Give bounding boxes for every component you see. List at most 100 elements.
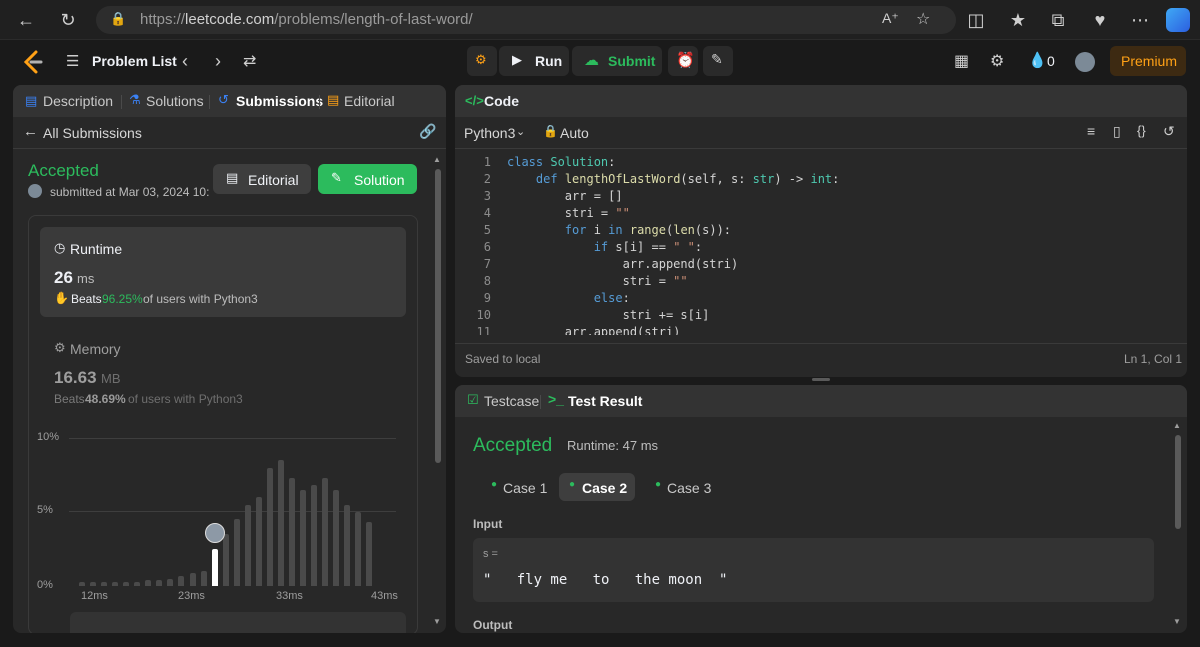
case-2-tab[interactable]: ● Case 2 bbox=[559, 473, 635, 501]
code-line[interactable]: 10 stri += s[i] bbox=[455, 308, 1187, 325]
book-icon: ▤ bbox=[327, 92, 340, 107]
tab-testcase[interactable]: Testcase bbox=[484, 393, 539, 409]
refresh-icon[interactable]: ↻ bbox=[56, 8, 80, 32]
next-problem-icon[interactable]: › bbox=[215, 51, 221, 72]
format-icon[interactable]: ≡ bbox=[1087, 123, 1095, 139]
problem-list-link[interactable]: Problem List bbox=[92, 53, 177, 69]
braces-icon[interactable]: {} bbox=[1137, 123, 1146, 138]
clap-icon: ✋ bbox=[54, 291, 69, 305]
code-line[interactable]: 4 stri = "" bbox=[455, 206, 1187, 223]
code-line[interactable]: 5 for i in range(len(s)): bbox=[455, 223, 1187, 240]
split-screen-icon[interactable]: ◫ bbox=[964, 8, 988, 32]
left-scrollbar[interactable]: ▲ ▼ bbox=[433, 155, 442, 626]
code-line[interactable]: 3 arr = [] bbox=[455, 189, 1187, 206]
tab-editorial[interactable]: Editorial bbox=[344, 93, 395, 109]
layout-grid-icon[interactable]: ▦ bbox=[954, 51, 969, 71]
lock-icon: 🔒 bbox=[543, 124, 558, 138]
link-icon[interactable]: 🔗 bbox=[419, 123, 436, 140]
code-line[interactable]: 1 class Solution: bbox=[455, 155, 1187, 172]
chart-bar bbox=[156, 580, 163, 586]
code-line[interactable]: 2 def lengthOfLastWord(self, s: str) -> … bbox=[455, 172, 1187, 189]
language-select[interactable]: Python3 bbox=[464, 125, 515, 141]
streak-flame-icon[interactable]: 💧 bbox=[1028, 51, 1047, 69]
code-line[interactable]: 6 if s[i] == " ": bbox=[455, 240, 1187, 257]
stats-card: ◷ Runtime 26 ms ✋ Beats 96.25% of users … bbox=[28, 215, 418, 633]
tab-test-result[interactable]: Test Result bbox=[568, 393, 642, 409]
history-icon: ↺ bbox=[218, 92, 229, 107]
lock-icon: 🔒 bbox=[110, 11, 127, 26]
prev-problem-icon[interactable]: ‹ bbox=[182, 51, 188, 72]
leetcode-logo-icon[interactable] bbox=[22, 50, 44, 74]
scrollbar-thumb[interactable] bbox=[1175, 435, 1181, 529]
settings-gear-icon[interactable]: ⚙ bbox=[990, 51, 1004, 71]
case-3-tab[interactable]: ● Case 3 bbox=[645, 473, 725, 501]
bars-area bbox=[69, 438, 396, 586]
input-label: Input bbox=[473, 517, 503, 531]
runtime-card[interactable]: ◷ Runtime 26 ms ✋ Beats 96.25% of users … bbox=[40, 227, 406, 317]
favorite-star-icon[interactable]: ☆ bbox=[916, 9, 930, 29]
runtime-unit: ms bbox=[77, 271, 95, 286]
chart-bar bbox=[266, 467, 273, 586]
x-tick-12ms: 12ms bbox=[81, 590, 108, 602]
runtime-beats-suffix: of users with Python3 bbox=[143, 292, 258, 306]
play-icon: ▶ bbox=[512, 52, 522, 67]
chart-bar bbox=[222, 534, 229, 586]
scroll-down-icon[interactable]: ▼ bbox=[433, 617, 441, 626]
memory-card[interactable]: ⚙ Memory 16.63 MB Beats 48.69% of users … bbox=[40, 328, 406, 408]
back-arrow-icon[interactable]: ← bbox=[14, 8, 38, 32]
line-number: 2 bbox=[483, 172, 491, 186]
health-icon[interactable]: ♥ bbox=[1088, 8, 1112, 32]
cursor-position: Ln 1, Col 1 bbox=[1124, 352, 1183, 366]
more-menu-icon[interactable]: ⋯ bbox=[1128, 8, 1152, 32]
bookmark-icon[interactable]: ▯ bbox=[1113, 123, 1121, 140]
favorites-icon[interactable]: ★ bbox=[1006, 8, 1030, 32]
line-number: 6 bbox=[483, 240, 491, 254]
chart-bar bbox=[233, 519, 240, 586]
code-editor-panel: </> Code Python3 ⌄ 🔒 Auto ≡ ▯ {} ↺ 1 clas… bbox=[455, 85, 1187, 377]
code-line[interactable]: 11 arr.append(stri) bbox=[455, 325, 1187, 335]
back-arrow-icon[interactable]: ← bbox=[23, 123, 38, 140]
tab-solutions[interactable]: Solutions bbox=[146, 93, 204, 109]
chart-bar bbox=[145, 580, 152, 586]
debug-button[interactable]: ⚙ bbox=[467, 46, 497, 76]
reset-icon[interactable]: ↺ bbox=[1163, 123, 1175, 140]
tab-description[interactable]: Description bbox=[43, 93, 113, 109]
scroll-up-icon[interactable]: ▲ bbox=[1173, 421, 1181, 430]
run-button[interactable]: ▶ Run bbox=[499, 46, 569, 76]
solution-button[interactable]: ✎ Solution bbox=[318, 164, 417, 194]
read-aloud-icon[interactable]: A⁺ bbox=[882, 10, 899, 27]
case-1-tab[interactable]: ● Case 1 bbox=[481, 473, 561, 501]
premium-button[interactable]: Premium bbox=[1110, 46, 1186, 76]
copilot-icon[interactable] bbox=[1166, 8, 1190, 32]
resize-handle[interactable] bbox=[812, 378, 830, 381]
notes-button[interactable]: ✎ bbox=[703, 46, 733, 76]
submit-button[interactable]: ☁ Submit bbox=[572, 46, 662, 76]
shuffle-icon[interactable]: ⇄ bbox=[243, 51, 256, 71]
autocomplete-mode[interactable]: Auto bbox=[560, 125, 589, 141]
code-line[interactable]: 7 arr.append(stri) bbox=[455, 257, 1187, 274]
line-number: 4 bbox=[483, 206, 491, 220]
scroll-up-icon[interactable]: ▲ bbox=[433, 155, 441, 164]
scrollbar-thumb[interactable] bbox=[435, 169, 441, 463]
code-line[interactable]: 8 stri = "" bbox=[455, 274, 1187, 291]
result-scrollbar[interactable]: ▲ ▼ bbox=[1173, 421, 1182, 629]
memory-beats-suffix: of users with Python3 bbox=[128, 392, 243, 406]
input-value: " fly me to the moon " bbox=[483, 572, 728, 588]
line-number: 8 bbox=[483, 274, 491, 288]
code-area[interactable]: 1 class Solution: 2 def lengthOfLastWord(s… bbox=[455, 155, 1187, 335]
your-result-marker[interactable] bbox=[204, 523, 225, 543]
collections-icon[interactable]: ⧉ bbox=[1046, 8, 1070, 32]
description-icon: ▤ bbox=[25, 93, 38, 108]
editorial-button[interactable]: ▤ Editorial bbox=[213, 164, 311, 194]
address-bar[interactable]: 🔒 https://leetcode.com/problems/length-o… bbox=[96, 6, 956, 34]
code-line[interactable]: 9 else: bbox=[455, 291, 1187, 308]
chevron-down-icon[interactable]: ⌄ bbox=[516, 125, 525, 138]
input-box: s = " fly me to the moon " bbox=[473, 538, 1154, 602]
all-submissions-link[interactable]: All Submissions bbox=[43, 125, 142, 141]
timer-button[interactable]: ⏰ bbox=[668, 46, 698, 76]
line-number: 10 bbox=[476, 308, 491, 322]
user-avatar[interactable] bbox=[1075, 52, 1095, 72]
code-title: Code bbox=[484, 93, 519, 109]
tab-submissions[interactable]: Submissions bbox=[236, 93, 323, 109]
scroll-down-icon[interactable]: ▼ bbox=[1173, 617, 1181, 626]
